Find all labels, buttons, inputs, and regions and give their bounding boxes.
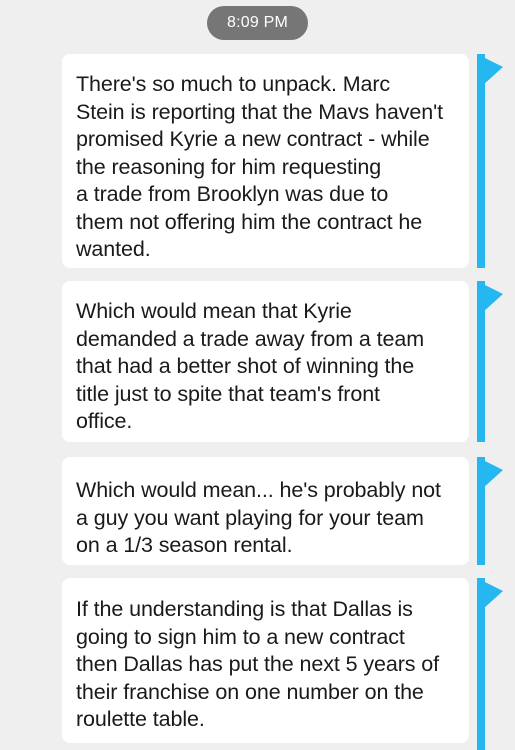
message-text: Which would mean that Kyrie demanded a t…	[76, 299, 425, 433]
message-text: Which would mean... he's probably not a …	[76, 478, 441, 557]
message-bubble[interactable]: Which would mean... he's probably not a …	[62, 457, 469, 565]
message-text: There's so much to unpack. Marc Stein is…	[76, 72, 444, 261]
message-bubble[interactable]: Which would mean that Kyrie demanded a t…	[62, 281, 469, 442]
message-bubble[interactable]: If the understanding is that Dallas is g…	[62, 578, 469, 743]
bubble-tail-icon	[483, 284, 503, 314]
bubble-tail-icon	[483, 581, 503, 611]
bubble-tail-icon	[483, 57, 503, 87]
bubble-tail-icon	[483, 460, 503, 490]
timestamp-label: 8:09 PM	[227, 14, 288, 31]
timestamp-pill: 8:09 PM	[207, 6, 308, 40]
message-bubble[interactable]: There's so much to unpack. Marc Stein is…	[62, 54, 469, 268]
message-text: If the understanding is that Dallas is g…	[76, 597, 440, 731]
